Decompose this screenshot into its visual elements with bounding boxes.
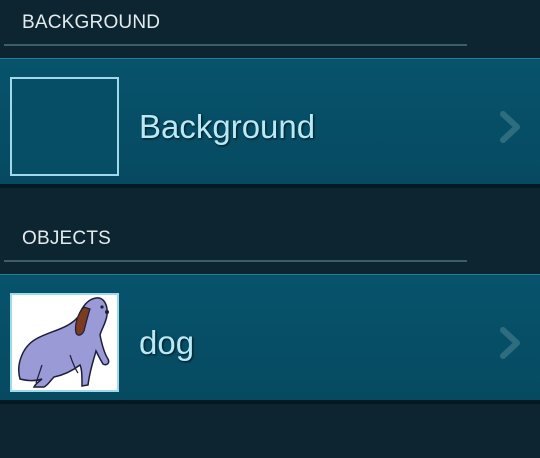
background-thumbnail [10, 77, 119, 176]
background-item-label: Background [139, 108, 316, 145]
objects-section-divider [4, 260, 467, 262]
dog-icon [18, 297, 110, 388]
empty-list-area [0, 406, 540, 458]
background-section-title: BACKGROUND [22, 12, 161, 33]
dog-list-item[interactable]: dog [0, 274, 540, 404]
objects-section-header: OBJECTS [0, 216, 540, 262]
dog-item-label: dog [139, 324, 195, 361]
chevron-right-icon [500, 111, 520, 143]
background-section-divider [4, 44, 467, 46]
dog-thumbnail [10, 293, 119, 392]
objects-section-title: OBJECTS [22, 228, 112, 249]
chevron-right-icon [500, 327, 520, 359]
background-section-header: BACKGROUND [0, 0, 540, 46]
background-list-item[interactable]: Background [0, 58, 540, 188]
